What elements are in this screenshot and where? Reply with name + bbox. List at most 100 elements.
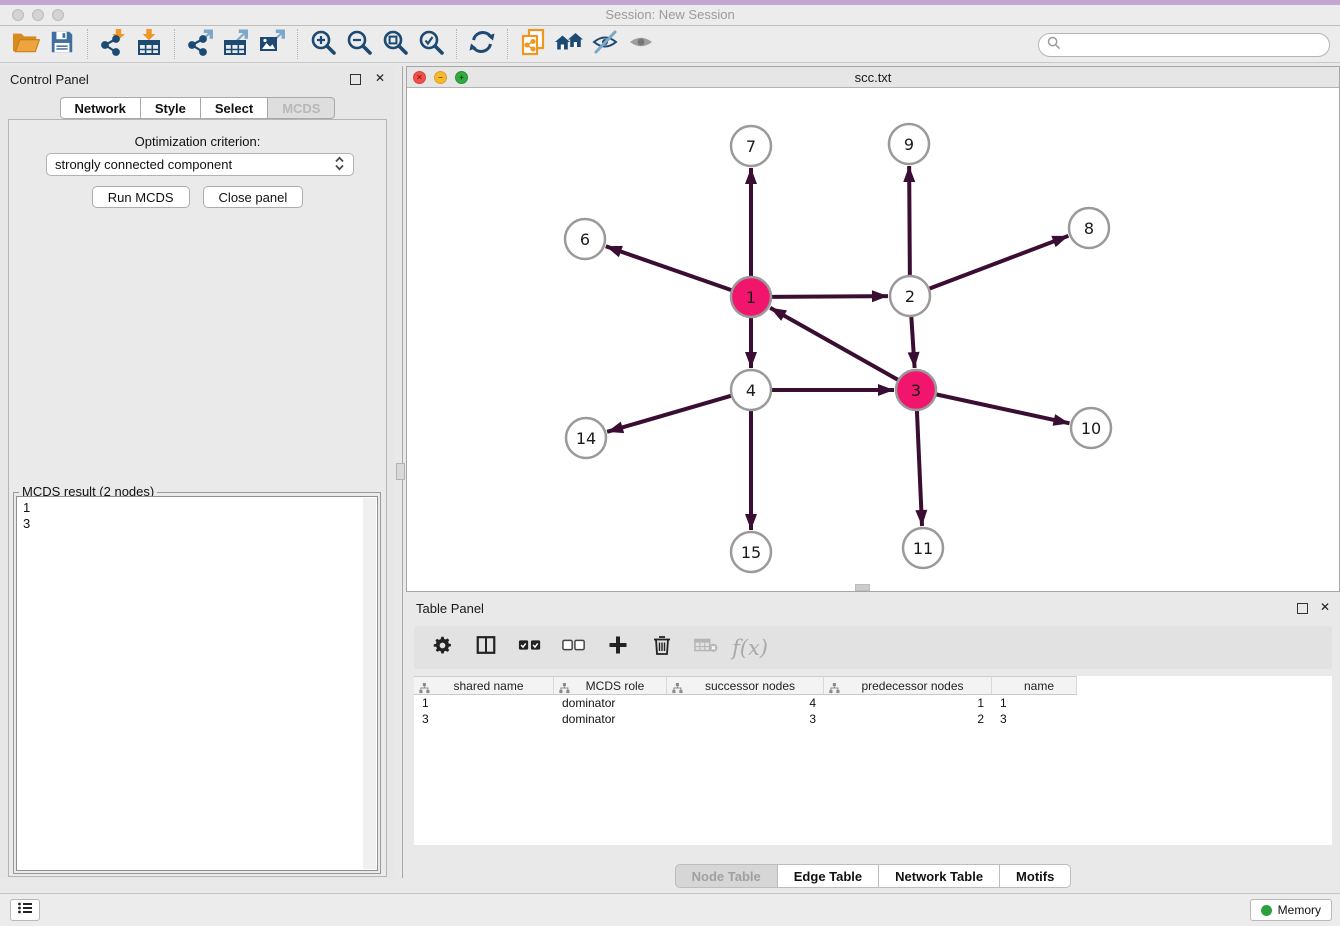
tab-node-table[interactable]: Node Table (675, 864, 778, 888)
plus-icon (607, 634, 629, 661)
network-canvas[interactable]: 7968124314101511 (407, 88, 1339, 591)
column-header-name[interactable]: name (992, 676, 1077, 695)
zoom-in-icon (309, 28, 337, 61)
duplicate-network-button[interactable] (515, 28, 551, 60)
cell-mcds-role[interactable]: dominator (554, 711, 667, 727)
cell-mcds-role[interactable]: dominator (554, 695, 667, 711)
export-image-button[interactable] (254, 28, 290, 60)
search-field[interactable] (1038, 33, 1330, 57)
import-table-button[interactable] (131, 28, 167, 60)
graph-node-label-9: 9 (904, 135, 914, 154)
graph-node-label-6: 6 (580, 230, 590, 249)
mcds-panel-body: Optimization criterion: strongly connect… (8, 119, 387, 877)
cell-predecessor-nodes[interactable]: 2 (824, 711, 992, 727)
show-columns-button[interactable] (474, 636, 498, 660)
apply-layout-button[interactable] (464, 28, 500, 60)
graph-edge-2-3[interactable] (911, 316, 914, 368)
vertical-splitter-grip[interactable] (396, 463, 405, 480)
graph-edge-3-1[interactable] (770, 308, 898, 380)
first-neighbors-button[interactable] (551, 28, 587, 60)
tab-edge-table[interactable]: Edge Table (778, 864, 879, 888)
float-panel-icon[interactable] (350, 74, 361, 85)
show-all-button[interactable] (623, 28, 659, 60)
zoom-out-button[interactable] (341, 28, 377, 60)
tab-network[interactable]: Network (60, 97, 141, 119)
hide-selected-button[interactable] (587, 28, 623, 60)
zoom-selected-icon (417, 28, 445, 61)
cell-successor-nodes[interactable]: 4 (667, 695, 824, 711)
optimization-criterion-label: Optimization criterion: (9, 134, 386, 149)
import-network-button[interactable] (95, 28, 131, 60)
deselect-all-button[interactable] (562, 636, 586, 660)
select-all-button[interactable] (518, 636, 542, 660)
optimization-criterion-select[interactable]: strongly connected component (46, 153, 354, 176)
task-history-button[interactable] (10, 899, 40, 921)
tab-style[interactable]: Style (141, 97, 201, 119)
graph-edge-2-8[interactable] (929, 236, 1069, 289)
open-session-button[interactable] (8, 28, 44, 60)
mcds-result-list[interactable]: 1 3 (16, 496, 378, 871)
delete-table-icon (694, 636, 718, 659)
network-window-titlebar[interactable]: ✕ − + scc.txt (407, 67, 1339, 88)
cell-predecessor-nodes[interactable]: 1 (824, 695, 992, 711)
graph-edge-3-10[interactable] (936, 394, 1070, 423)
table-row[interactable]: 1 dominator 4 1 1 (414, 695, 1332, 711)
memory-button[interactable]: Memory (1250, 899, 1332, 921)
graph-node-label-8: 8 (1084, 219, 1094, 238)
export-table-button[interactable] (218, 28, 254, 60)
list-icon (17, 901, 33, 920)
run-mcds-button[interactable]: Run MCDS (92, 186, 190, 208)
graph-node-label-1: 1 (746, 288, 756, 307)
graph-edge-1-2[interactable] (771, 296, 888, 297)
network-resize-grip[interactable] (855, 584, 870, 591)
columns-icon (475, 634, 497, 661)
column-header-shared-name[interactable]: shared name (414, 676, 554, 695)
float-panel-icon[interactable] (1297, 603, 1308, 614)
cell-shared-name[interactable]: 1 (414, 695, 554, 711)
graph-node-label-4: 4 (746, 381, 756, 400)
zoom-selected-button[interactable] (413, 28, 449, 60)
add-row-button[interactable] (606, 636, 630, 660)
cell-successor-nodes[interactable]: 3 (667, 711, 824, 727)
eye-slash-icon (591, 28, 619, 61)
graph-node-label-10: 10 (1081, 419, 1101, 438)
table-panel-header: Table Panel ✕ (406, 595, 1340, 621)
select-stepper-icon (334, 156, 345, 174)
graph-edge-2-9[interactable] (909, 166, 910, 276)
column-header-predecessor-nodes[interactable]: predecessor nodes (824, 676, 992, 695)
node-table[interactable]: shared name MCDS role successor nodes pr… (414, 676, 1332, 845)
graph-edge-4-14[interactable] (607, 396, 732, 432)
mcds-result-group: MCDS result (2 nodes) 1 3 (13, 492, 381, 874)
tab-motifs[interactable]: Motifs (1000, 864, 1071, 888)
graph-edge-1-6[interactable] (606, 246, 732, 290)
tab-select[interactable]: Select (201, 97, 268, 119)
window-titlebar: Session: New Session (0, 0, 1340, 26)
zoom-fit-button[interactable] (377, 28, 413, 60)
window-title: Session: New Session (0, 7, 1340, 22)
close-panel-button[interactable]: Close panel (203, 186, 304, 208)
toolbar-separator (456, 29, 457, 59)
column-header-mcds-role[interactable]: MCDS role (554, 676, 667, 695)
delete-rows-button[interactable] (650, 636, 674, 660)
cell-name[interactable]: 1 (992, 695, 1077, 711)
open-folder-icon (11, 29, 41, 60)
graph-edge-3-11[interactable] (917, 410, 922, 526)
close-panel-icon[interactable]: ✕ (1320, 600, 1330, 614)
result-scrollbar[interactable] (363, 498, 376, 869)
column-header-successor-nodes[interactable]: successor nodes (667, 676, 824, 695)
table-row[interactable]: 3 dominator 3 2 3 (414, 711, 1332, 727)
export-network-button[interactable] (182, 28, 218, 60)
cell-shared-name[interactable]: 3 (414, 711, 554, 727)
search-input[interactable] (1066, 38, 1321, 52)
tab-mcds[interactable]: MCDS (268, 97, 335, 119)
table-settings-button[interactable] (430, 636, 454, 660)
cell-name[interactable]: 3 (992, 711, 1077, 727)
zoom-in-button[interactable] (305, 28, 341, 60)
close-panel-icon[interactable]: ✕ (375, 71, 385, 85)
network-graph[interactable]: 7968124314101511 (407, 88, 1339, 591)
search-icon (1047, 36, 1061, 55)
toolbar-separator (297, 29, 298, 59)
save-session-button[interactable] (44, 28, 80, 60)
refresh-layout-icon (468, 28, 496, 61)
tab-network-table[interactable]: Network Table (879, 864, 1000, 888)
